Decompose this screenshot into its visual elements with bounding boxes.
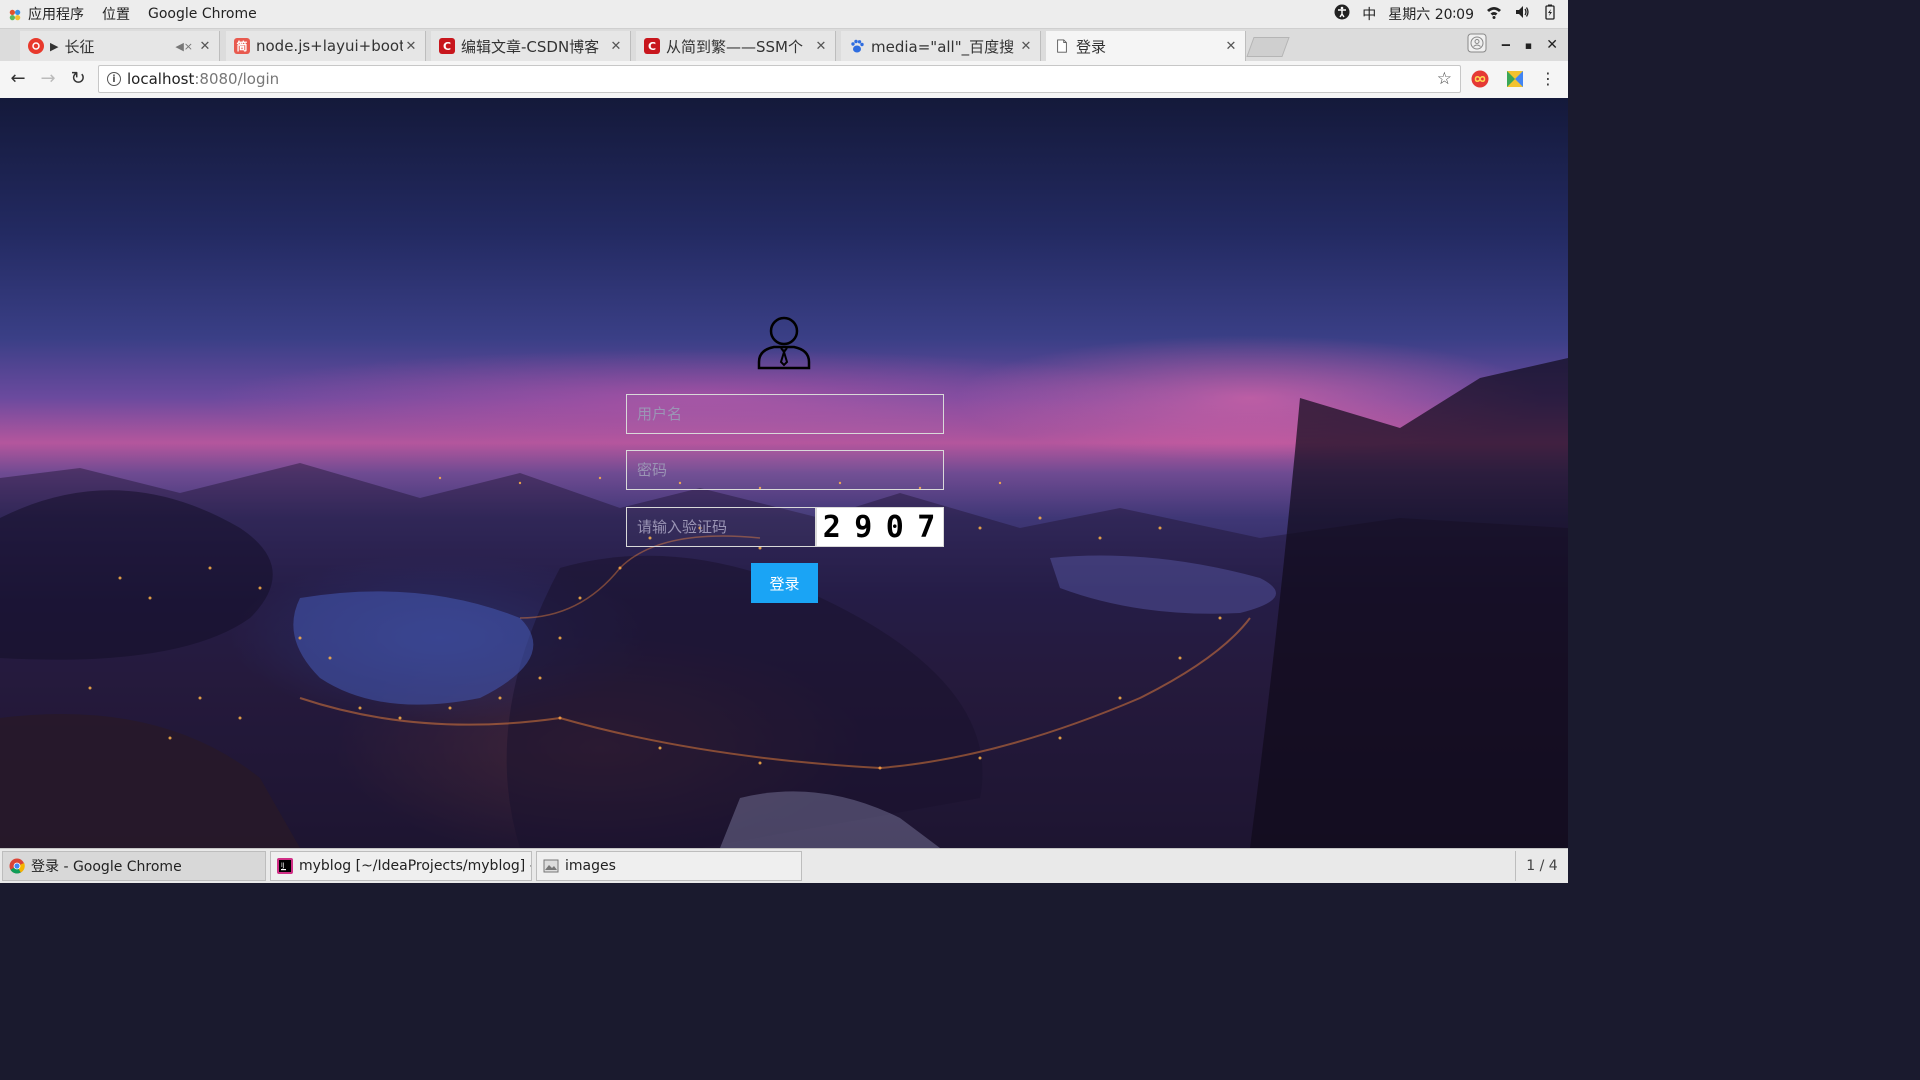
- tab-strip: ▶ 长征 ◀× ✕ 简 node.js+layui+boots ✕ C 编辑文章…: [0, 29, 1568, 61]
- places-menu[interactable]: 位置: [102, 4, 130, 24]
- volume-icon[interactable]: [1514, 4, 1530, 24]
- reload-icon[interactable]: ↻: [68, 69, 88, 89]
- input-method-indicator[interactable]: 中: [1362, 4, 1376, 24]
- close-tab-icon[interactable]: ✕: [813, 39, 829, 54]
- url-path: :8080/login: [194, 70, 280, 88]
- username-input[interactable]: [626, 394, 944, 434]
- address-bar[interactable]: i localhost :8080/login ☆: [98, 65, 1461, 93]
- csdn-icon: C: [439, 38, 455, 54]
- jianshu-icon: 简: [234, 38, 250, 54]
- back-arrow-icon[interactable]: ←: [8, 69, 28, 89]
- extension-map-icon[interactable]: [1506, 70, 1524, 88]
- forward-arrow-icon[interactable]: →: [38, 69, 58, 89]
- close-window-icon[interactable]: ✕: [1546, 37, 1558, 53]
- clock[interactable]: 星期六 20∶09: [1388, 4, 1474, 24]
- taskbar-item-label: images: [565, 858, 616, 874]
- captcha-digit: 7: [917, 509, 938, 545]
- tab-title: 编辑文章-CSDN博客: [461, 37, 600, 56]
- captcha-input[interactable]: [626, 507, 816, 547]
- captcha-digit: 0: [885, 509, 906, 545]
- maximize-icon[interactable]: ▪: [1525, 39, 1532, 52]
- app-menu[interactable]: Google Chrome: [148, 6, 257, 22]
- user-avatar-icon: [757, 316, 811, 370]
- tab-title: media="all"_百度搜: [871, 37, 1015, 56]
- applications-menu[interactable]: 应用程序: [28, 4, 84, 24]
- tab-title: 登录: [1076, 37, 1107, 56]
- tab-title: 从简到繁——SSM个: [666, 37, 803, 56]
- applications-icon: [8, 7, 22, 21]
- muted-speaker-icon[interactable]: ◀×: [175, 40, 193, 53]
- tab-csdn-edit[interactable]: C 编辑文章-CSDN博客 ✕: [431, 31, 631, 61]
- captcha-digit: 2: [822, 509, 843, 545]
- close-tab-icon[interactable]: ✕: [197, 39, 213, 54]
- close-tab-icon[interactable]: ✕: [1018, 39, 1034, 54]
- minimize-icon[interactable]: ‒: [1501, 37, 1511, 53]
- url-host: localhost: [127, 70, 195, 88]
- close-tab-icon[interactable]: ✕: [608, 39, 624, 54]
- battery-icon[interactable]: [1542, 4, 1558, 24]
- system-top-bar: 应用程序 位置 Google Chrome 中 星期六 20∶09: [0, 0, 1568, 29]
- browser-toolbar: ← → ↻ i localhost :8080/login ☆ ⋮: [0, 61, 1568, 99]
- login-page-background: 2 9 0 7 登录: [0, 98, 1568, 848]
- window-list-taskbar: 登录 - Google Chrome IJ myblog [~/IdeaProj…: [0, 848, 1568, 883]
- playing-icon: ▶: [50, 39, 59, 53]
- tab-login[interactable]: 登录 ✕: [1046, 31, 1246, 61]
- tab-title: 长征: [64, 37, 95, 56]
- captcha-digit: 9: [854, 509, 875, 545]
- tab-changzheng[interactable]: ▶ 长征 ◀× ✕: [20, 31, 220, 61]
- close-tab-icon[interactable]: ✕: [403, 39, 419, 54]
- taskbar-item-label: myblog [~/IdeaProjects/myblog] - .../…: [299, 858, 531, 874]
- extension-infinity-icon[interactable]: [1471, 70, 1489, 88]
- tab-node-layui[interactable]: 简 node.js+layui+boots ✕: [226, 31, 426, 61]
- captcha-image[interactable]: 2 9 0 7: [816, 507, 944, 547]
- more-menu-icon[interactable]: ⋮: [1538, 69, 1558, 89]
- page-icon: [1054, 38, 1070, 54]
- new-tab-button[interactable]: [1246, 37, 1290, 57]
- intellij-icon: IJ: [277, 858, 293, 874]
- password-input[interactable]: [626, 450, 944, 490]
- taskbar-item-label: 登录 - Google Chrome: [31, 859, 182, 875]
- image-viewer-icon: [543, 859, 559, 873]
- svg-text:IJ: IJ: [281, 862, 285, 869]
- login-button[interactable]: 登录: [751, 563, 818, 603]
- tab-title: node.js+layui+boots: [256, 37, 403, 55]
- bookmark-star-icon[interactable]: ☆: [1437, 69, 1452, 89]
- wifi-icon[interactable]: [1486, 4, 1502, 24]
- taskbar-item-chrome[interactable]: 登录 - Google Chrome: [2, 851, 266, 881]
- close-tab-icon[interactable]: ✕: [1223, 39, 1239, 54]
- tab-baidu-search[interactable]: media="all"_百度搜 ✕: [841, 31, 1041, 61]
- info-icon[interactable]: i: [107, 72, 121, 86]
- accessibility-icon[interactable]: [1334, 4, 1350, 24]
- taskbar-item-intellij[interactable]: IJ myblog [~/IdeaProjects/myblog] - .../…: [270, 851, 532, 881]
- workspace-indicator[interactable]: 1 / 4: [1515, 851, 1568, 881]
- netease-music-icon: [28, 38, 44, 54]
- baidu-paw-icon: [849, 38, 865, 54]
- tab-csdn-ssm[interactable]: C 从简到繁——SSM个 ✕: [636, 31, 836, 61]
- taskbar-item-images[interactable]: images: [536, 851, 802, 881]
- chrome-icon: [9, 858, 25, 874]
- csdn-icon: C: [644, 38, 660, 54]
- profile-icon[interactable]: [1467, 33, 1487, 57]
